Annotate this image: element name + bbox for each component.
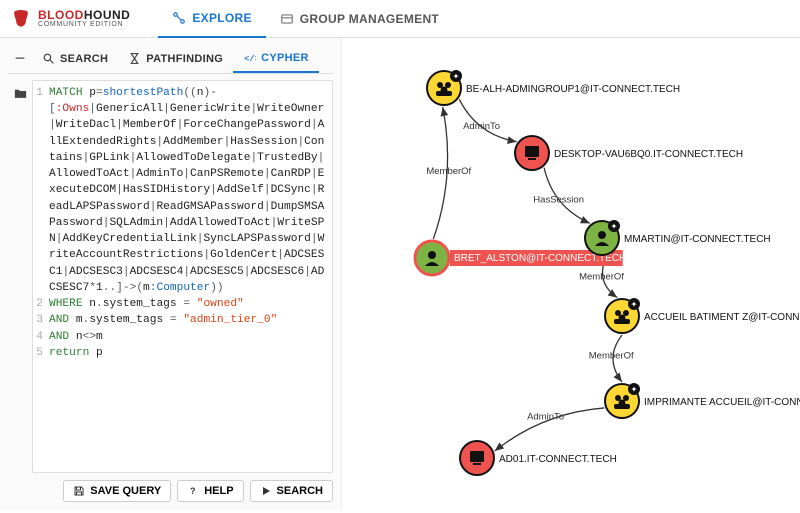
edge-label: AdminTo <box>527 411 564 422</box>
group-icon <box>280 12 294 26</box>
save-query-button[interactable]: SAVE QUERY <box>63 480 171 502</box>
query-panel: − SEARCH PATHFINDING </> CYPHER 1MATCH p… <box>0 38 342 510</box>
tab-search-label: SEARCH <box>60 53 108 65</box>
explore-icon <box>172 11 186 25</box>
help-button[interactable]: ? HELP <box>177 480 243 502</box>
edge-label: MemberOf <box>579 272 624 283</box>
svg-text:✦: ✦ <box>631 385 638 394</box>
node-group[interactable]: ✦ IMPRIMANTE ACCUEIL@IT-CONNECT.TECH <box>605 383 800 418</box>
code-line: 2WHERE n.system_tags = "owned" <box>33 296 327 312</box>
node-user[interactable]: ✦ MMARTIN@IT-CONNECT.TECH <box>585 220 771 255</box>
svg-text:</>: </> <box>244 54 256 64</box>
pathfinding-icon <box>128 52 141 65</box>
node-group[interactable]: ✦ BE-ALH-ADMINGROUP1@IT-CONNECT.TECH <box>427 70 680 105</box>
tab-cypher[interactable]: </> CYPHER <box>233 44 319 73</box>
search-label: SEARCH <box>277 485 323 497</box>
tab-cypher-label: CYPHER <box>261 52 309 64</box>
svg-text:?: ? <box>190 486 196 496</box>
node-label: AD01.IT-CONNECT.TECH <box>499 454 617 465</box>
edge-label: MemberOf <box>426 166 471 177</box>
tab-search[interactable]: SEARCH <box>32 45 118 72</box>
code-line: 3AND m.system_tags = "admin_tier_0" <box>33 312 327 328</box>
help-label: HELP <box>204 485 233 497</box>
nav-group-management[interactable]: GROUP MANAGEMENT <box>266 0 453 38</box>
save-icon <box>73 485 85 497</box>
nav-explore-label: EXPLORE <box>192 11 251 25</box>
node-computer-owned[interactable]: DESKTOP-VAU6BQ0.IT-CONNECT.TECH <box>515 136 743 170</box>
logo: BLOODHOUND COMMUNITY EDITION <box>10 8 130 30</box>
tab-pathfinding[interactable]: PATHFINDING <box>118 45 233 72</box>
cypher-editor[interactable]: 1MATCH p=shortestPath((n)-[:Owns|Generic… <box>32 80 333 473</box>
code-line: 1MATCH p=shortestPath((n)-[:Owns|Generic… <box>33 85 327 296</box>
edge-label: AdminTo <box>463 121 500 132</box>
play-icon <box>260 485 272 497</box>
node-label: BE-ALH-ADMINGROUP1@IT-CONNECT.TECH <box>466 84 680 95</box>
code-line: 4AND n<>m <box>33 329 327 345</box>
logo-text: BLOODHOUND <box>38 9 130 21</box>
topbar: BLOODHOUND COMMUNITY EDITION EXPLORE GRO… <box>0 0 800 38</box>
panel-tabs: − SEARCH PATHFINDING </> CYPHER <box>8 44 333 74</box>
save-query-label: SAVE QUERY <box>90 485 161 497</box>
help-icon: ? <box>187 485 199 497</box>
search-button[interactable]: SEARCH <box>250 480 333 502</box>
saved-queries-button[interactable] <box>8 80 32 473</box>
svg-text:✦: ✦ <box>631 300 638 309</box>
logo-subtitle: COMMUNITY EDITION <box>38 21 130 28</box>
cypher-icon: </> <box>243 51 256 64</box>
code-line: 5return p <box>33 345 327 361</box>
node-label: ACCUEIL BATIMENT Z@IT-CONNECT.TECH <box>644 312 800 323</box>
node-label: DESKTOP-VAU6BQ0.IT-CONNECT.TECH <box>554 149 743 160</box>
folder-icon <box>13 86 28 101</box>
tab-pathfinding-label: PATHFINDING <box>146 53 223 65</box>
node-group[interactable]: ✦ ACCUEIL BATIMENT Z@IT-CONNECT.TECH <box>605 298 800 333</box>
svg-text:✦: ✦ <box>611 222 618 231</box>
collapse-button[interactable]: − <box>8 48 32 69</box>
edge-label: HasSession <box>533 194 584 205</box>
nav-explore[interactable]: EXPLORE <box>158 0 265 38</box>
svg-text:✦: ✦ <box>453 72 460 81</box>
node-label: MMARTIN@IT-CONNECT.TECH <box>624 234 771 245</box>
node-computer-owned[interactable]: AD01.IT-CONNECT.TECH <box>460 441 617 475</box>
edge-label: MemberOf <box>589 351 634 362</box>
node-label: IMPRIMANTE ACCUEIL@IT-CONNECT.TECH <box>644 397 800 408</box>
search-icon <box>42 52 55 65</box>
graph-canvas[interactable]: MemberOf AdminTo HasSession MemberOf MemberO… <box>342 38 800 510</box>
nav-group-label: GROUP MANAGEMENT <box>300 12 439 26</box>
bloodhound-logo-icon <box>10 8 32 30</box>
